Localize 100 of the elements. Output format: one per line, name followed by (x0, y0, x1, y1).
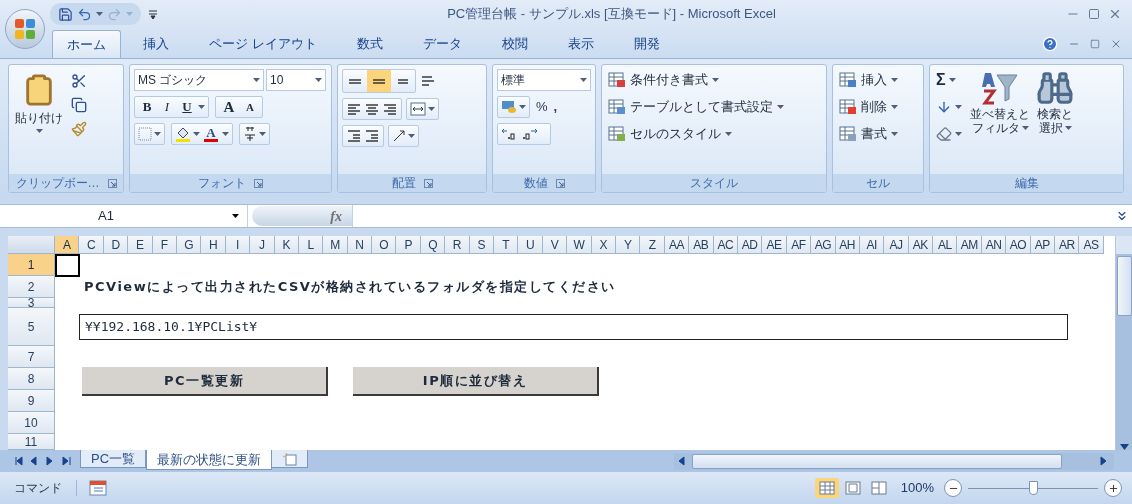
ribbon-tab[interactable]: 表示 (549, 30, 612, 58)
column-header[interactable]: Z (640, 236, 665, 254)
fill-icon[interactable] (936, 99, 952, 115)
zoom-out-button[interactable] (944, 479, 962, 497)
row-header[interactable]: 8 (8, 368, 55, 390)
copy-icon[interactable] (71, 97, 87, 113)
column-header[interactable]: A (55, 236, 80, 254)
column-header[interactable]: L (298, 236, 324, 254)
column-header[interactable]: V (542, 236, 568, 254)
column-header[interactable]: S (469, 236, 495, 254)
styles-menu-button[interactable]: テーブルとして書式設定 (606, 96, 822, 118)
find-select-button[interactable]: 検索と 選択 (1036, 69, 1074, 145)
sheet-tab[interactable]: 最新の状態に更新 (146, 450, 273, 470)
dialog-launcher-icon[interactable] (423, 178, 433, 188)
last-sheet-icon[interactable] (62, 456, 72, 466)
scroll-thumb[interactable] (692, 453, 1062, 469)
zoom-in-button[interactable] (1104, 479, 1122, 497)
ribbon-tab[interactable]: 開発 (615, 30, 678, 58)
column-header[interactable]: AE (762, 236, 787, 254)
first-sheet-icon[interactable] (14, 456, 24, 466)
scroll-left-icon[interactable] (678, 456, 688, 466)
insert-function-button[interactable]: fx (252, 206, 352, 226)
fill-color-icon[interactable] (175, 126, 191, 142)
ribbon-tab[interactable]: 数式 (338, 30, 401, 58)
zoom-slider-track[interactable] (968, 479, 1098, 497)
ribbon-tab[interactable]: 挿入 (125, 30, 187, 58)
scroll-thumb[interactable] (1116, 256, 1132, 316)
shrink-font-button[interactable]: A (241, 98, 259, 116)
row-header[interactable]: 10 (8, 412, 55, 434)
column-header[interactable]: Y (616, 236, 641, 254)
previous-sheet-icon[interactable] (30, 456, 40, 466)
dialog-launcher-icon[interactable] (107, 178, 117, 188)
comma-style-button[interactable]: , (553, 97, 558, 117)
column-header[interactable]: M (323, 236, 348, 254)
bold-button[interactable]: B (138, 97, 156, 117)
column-header[interactable]: AA (664, 236, 690, 254)
undo-icon[interactable] (77, 6, 92, 22)
column-header[interactable]: AN (981, 236, 1007, 254)
column-header[interactable]: AD (737, 236, 763, 254)
column-header[interactable]: C (79, 236, 104, 254)
column-header[interactable]: X (591, 236, 616, 254)
row-header[interactable]: 2 (8, 276, 55, 298)
maximize-icon[interactable] (1088, 8, 1100, 20)
underline-button[interactable]: U (178, 97, 196, 117)
row-header[interactable]: 9 (8, 390, 55, 412)
font-size-field[interactable]: 10 (266, 69, 326, 91)
expand-formula-bar-icon[interactable] (1115, 209, 1129, 223)
column-header[interactable]: AC (713, 236, 738, 254)
column-header[interactable]: P (396, 236, 421, 254)
column-header[interactable]: K (274, 236, 299, 254)
paste-button[interactable]: 貼り付け (13, 69, 65, 137)
column-header[interactable]: D (103, 236, 129, 254)
row-header[interactable]: 3 (8, 298, 55, 308)
column-header[interactable]: AH (835, 236, 860, 254)
italic-button[interactable]: I (158, 97, 176, 117)
column-header[interactable]: AJ (884, 236, 909, 254)
format-painter-icon[interactable] (71, 121, 87, 137)
row-header[interactable]: 5 (8, 308, 55, 346)
phonetic-guide-icon[interactable] (243, 126, 257, 142)
sheet-button[interactable]: PC一覧更新 (82, 367, 328, 396)
column-header[interactable]: G (176, 236, 202, 254)
column-header[interactable]: R (445, 236, 470, 254)
merge-cells-icon[interactable] (410, 102, 426, 116)
help-icon[interactable] (1042, 36, 1058, 52)
column-header[interactable]: AM (957, 236, 982, 254)
styles-menu-button[interactable]: セルのスタイル (606, 123, 822, 145)
scroll-down-arrow-icon[interactable] (1119, 444, 1129, 450)
row-header[interactable]: 7 (8, 346, 55, 368)
cut-icon[interactable] (71, 73, 87, 89)
decrease-decimal-icon[interactable] (521, 127, 539, 141)
ribbon-tab[interactable]: データ (404, 30, 480, 58)
close-icon[interactable] (1108, 7, 1122, 21)
grow-font-button[interactable]: A (219, 95, 239, 119)
dialog-launcher-icon[interactable] (254, 178, 263, 188)
insert-sheet-button[interactable] (272, 450, 309, 468)
close-icon[interactable] (1110, 38, 1122, 50)
number-format-field[interactable]: 標準 (497, 69, 591, 91)
percent-style-button[interactable]: % (536, 97, 548, 117)
column-header[interactable]: AO (1006, 236, 1031, 254)
clear-icon[interactable] (936, 126, 952, 142)
cells-menu-button[interactable]: 挿入 (837, 69, 919, 91)
ribbon-tab[interactable]: ページ レイアウト (191, 30, 335, 58)
column-header[interactable]: F (152, 236, 177, 254)
sheet-button[interactable]: IP順に並び替え (353, 367, 599, 396)
dialog-launcher-icon[interactable] (555, 178, 565, 188)
column-header[interactable]: H (201, 236, 226, 254)
styles-menu-button[interactable]: 条件付き書式 (606, 69, 822, 91)
column-header[interactable]: U (518, 236, 543, 254)
column-header[interactable]: AB (689, 236, 714, 254)
column-header[interactable]: AP (1030, 236, 1055, 254)
text-orientation-icon[interactable] (392, 129, 406, 143)
column-header[interactable]: AG (811, 236, 836, 254)
column-header[interactable]: I (225, 236, 251, 254)
column-header[interactable]: AK (908, 236, 934, 254)
macro-record-icon[interactable] (89, 480, 107, 496)
autosum-button[interactable]: Σ (934, 69, 964, 91)
sort-filter-button[interactable]: 並べ替えと フィルタ (970, 69, 1030, 145)
customize-toolbar-icon[interactable] (149, 9, 157, 19)
cells-menu-button[interactable]: 書式 (837, 123, 919, 145)
row-header[interactable]: 11 (8, 434, 55, 450)
